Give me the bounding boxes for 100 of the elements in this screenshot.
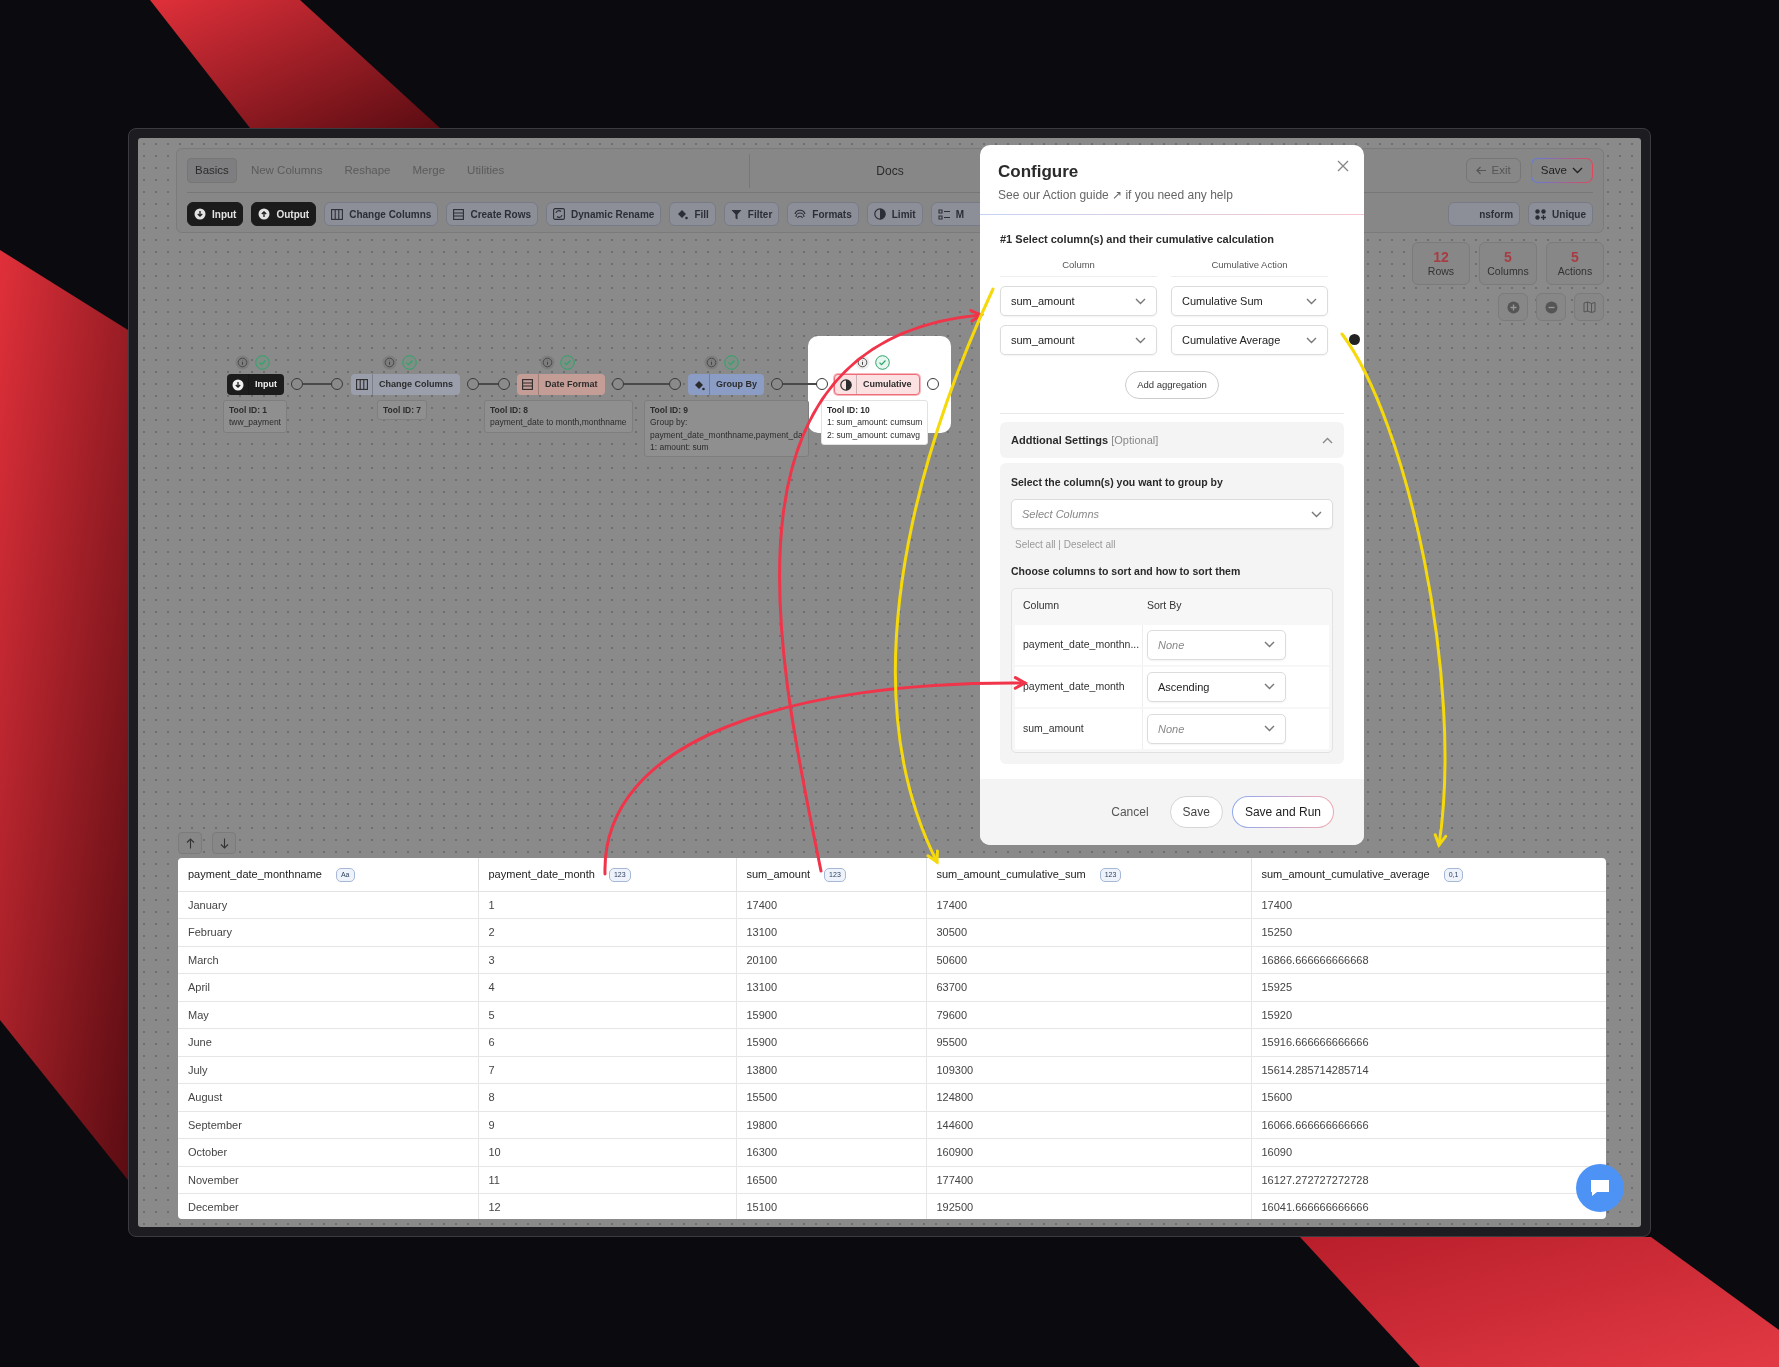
settings-header[interactable]: Addtional Settings [Optional] bbox=[1000, 422, 1344, 459]
check-circle-icon bbox=[875, 355, 890, 371]
connector-handle[interactable] bbox=[669, 378, 681, 390]
tool-button[interactable]: Formats bbox=[787, 202, 859, 226]
connector-handle[interactable] bbox=[771, 378, 783, 390]
node-info-text: 1: amount: sum bbox=[650, 440, 710, 454]
tool-button[interactable]: nsform bbox=[1448, 202, 1521, 226]
connector-handle[interactable] bbox=[612, 378, 624, 390]
tab[interactable]: Basics bbox=[187, 157, 237, 184]
table-cell: 15916.666666666666 bbox=[1251, 1028, 1606, 1056]
pipeline-node[interactable]: Input bbox=[227, 374, 284, 395]
docs-link[interactable]: Docs bbox=[876, 163, 904, 178]
zoom-in-button[interactable] bbox=[1498, 293, 1528, 321]
minus-circle-icon bbox=[1544, 300, 1558, 314]
remove-button[interactable] bbox=[1349, 334, 1360, 346]
save-button[interactable]: Save bbox=[1530, 157, 1593, 184]
chat-bubble-icon bbox=[1589, 1178, 1611, 1198]
table-cell: 20100 bbox=[736, 946, 926, 974]
chevron-down-icon bbox=[1135, 297, 1146, 305]
tool-button[interactable]: Filter bbox=[723, 202, 780, 226]
connector-handle[interactable] bbox=[498, 378, 510, 390]
funnel-icon bbox=[730, 208, 742, 220]
node-info-text: 1: sum_amount: cumsum bbox=[827, 416, 923, 429]
pipeline-node[interactable]: Change Columns bbox=[351, 374, 460, 395]
info-icon bbox=[704, 355, 719, 371]
zoom-out-button[interactable] bbox=[1536, 293, 1566, 321]
node-info-text: Tool ID: 8 bbox=[490, 404, 530, 417]
pipeline-node[interactable]: Group By bbox=[688, 374, 764, 395]
sort-select[interactable]: Ascending bbox=[1147, 671, 1286, 702]
column-heading: Sort By bbox=[1146, 598, 1182, 613]
tool-button[interactable]: Output bbox=[251, 202, 317, 226]
table-cell: 11 bbox=[478, 1166, 736, 1194]
column-heading: Cumulative Action bbox=[1211, 258, 1288, 270]
column-select[interactable]: sum_amount bbox=[1000, 286, 1157, 317]
move-down-button[interactable] bbox=[212, 832, 236, 854]
cancel-button[interactable]: Cancel bbox=[1099, 797, 1161, 827]
tool-button[interactable]: Input bbox=[187, 202, 244, 226]
sort-select[interactable]: None bbox=[1147, 629, 1286, 660]
tool-button[interactable]: Fill bbox=[669, 202, 716, 226]
connector-handle[interactable] bbox=[291, 378, 303, 390]
table-cell: January bbox=[178, 891, 478, 919]
table-cell: 13800 bbox=[736, 1056, 926, 1084]
connector-handle[interactable] bbox=[467, 378, 479, 390]
save-and-run-button[interactable]: Save and Run bbox=[1231, 796, 1334, 828]
table-cell: August bbox=[178, 1083, 478, 1111]
table-cell: May bbox=[178, 1001, 478, 1029]
table-cell: 16500 bbox=[736, 1166, 926, 1194]
table-cell: 109300 bbox=[926, 1056, 1251, 1084]
fingerprint-icon bbox=[794, 208, 807, 220]
table-cell: July bbox=[178, 1056, 478, 1084]
table-cell: 17400 bbox=[736, 891, 926, 919]
action-guide-link[interactable]: Action guide ↗ bbox=[1042, 188, 1123, 203]
table-cell: 16300 bbox=[736, 1138, 926, 1166]
action-select[interactable]: Cumulative Average bbox=[1171, 325, 1328, 356]
table-cell: 6 bbox=[478, 1028, 736, 1056]
node-info-text: Tool ID: 7 bbox=[383, 404, 422, 417]
select-all-links[interactable]: Select all | Deselect all bbox=[1015, 537, 1333, 553]
arrow-down-icon bbox=[219, 837, 229, 849]
tool-button[interactable]: Dynamic Rename bbox=[546, 202, 662, 226]
table-cell: 15600 bbox=[1251, 1083, 1606, 1111]
stat-label: Rows bbox=[1427, 264, 1455, 278]
map-button[interactable] bbox=[1574, 293, 1604, 321]
tool-button[interactable]: Change Columns bbox=[324, 202, 439, 226]
settings-title: Addtional Settings [Optional] bbox=[1011, 433, 1159, 449]
move-up-button[interactable] bbox=[178, 832, 202, 854]
download-circle-icon bbox=[231, 378, 244, 391]
save-button[interactable]: Save bbox=[1169, 796, 1223, 828]
chevron-down-icon bbox=[1311, 510, 1322, 518]
table-cell: 7 bbox=[478, 1056, 736, 1084]
table-cell: October bbox=[178, 1138, 478, 1166]
list-icon bbox=[937, 208, 950, 220]
columns-icon bbox=[355, 379, 368, 390]
sort-select[interactable]: None bbox=[1147, 713, 1286, 744]
add-aggregation-button[interactable]: Add aggregation bbox=[1125, 371, 1219, 400]
action-select[interactable]: Cumulative Sum bbox=[1171, 286, 1328, 317]
stat-label: Actions bbox=[1557, 264, 1593, 278]
stat-value: 5 bbox=[1504, 249, 1512, 265]
table-cell: 124800 bbox=[926, 1083, 1251, 1111]
node-info-text: payment_date_monthname,payment_da bbox=[650, 428, 803, 441]
connector-handle[interactable] bbox=[331, 378, 343, 390]
group-by-select[interactable]: Select Columns bbox=[1011, 499, 1333, 530]
tool-button[interactable]: Create Rows bbox=[446, 202, 538, 226]
pipeline-node[interactable]: Date Format bbox=[517, 374, 605, 395]
upload-circle-icon bbox=[258, 208, 271, 220]
table-cell: 15900 bbox=[736, 1028, 926, 1056]
table-cell: 95500 bbox=[926, 1028, 1251, 1056]
table-cell: 63700 bbox=[926, 973, 1251, 1001]
pipeline-node[interactable]: Cumulative bbox=[834, 374, 920, 395]
tool-button[interactable]: Unique bbox=[1528, 202, 1593, 226]
sort-column-name: payment_date_month bbox=[1015, 666, 1143, 707]
column-header: payment_date_month bbox=[488, 868, 595, 880]
column-header: sum_amount_cumulative_sum bbox=[936, 868, 1086, 880]
table-cell: 15250 bbox=[1251, 918, 1606, 946]
table-cell: 3 bbox=[478, 946, 736, 974]
tool-button[interactable]: Limit bbox=[866, 202, 923, 226]
sort-column-name: sum_amount bbox=[1015, 708, 1143, 749]
column-select[interactable]: sum_amount bbox=[1000, 325, 1157, 356]
info-icon bbox=[235, 355, 250, 371]
info-icon bbox=[540, 355, 555, 371]
rename-icon bbox=[553, 208, 565, 220]
